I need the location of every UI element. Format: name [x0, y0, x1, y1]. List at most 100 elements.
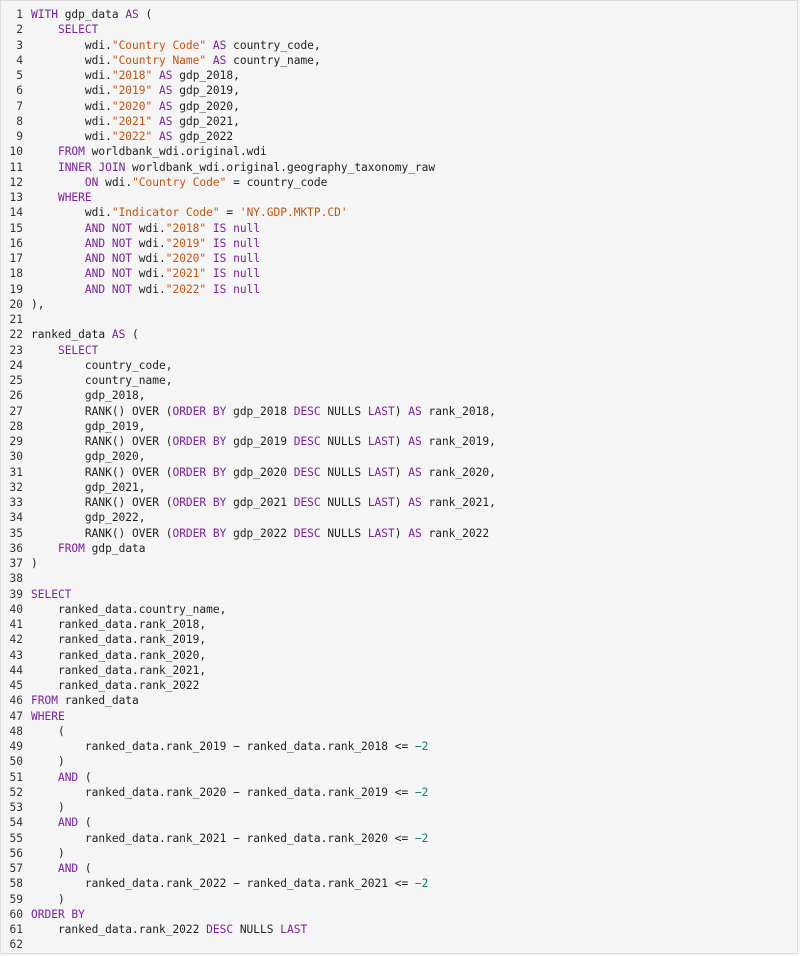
code-line[interactable]: 26 gdp_2018, — [1, 388, 797, 403]
code-line[interactable]: 35 RANK() OVER (ORDER BY gdp_2022 DESC N… — [1, 526, 797, 541]
code-line[interactable]: 23 SELECT — [1, 343, 797, 358]
code-text: wdi."2021" AS gdp_2021, — [31, 115, 240, 128]
sql-code-editor[interactable]: 1 WITH gdp_data AS (2 SELECT 3 wdi."Countr… — [0, 0, 798, 954]
code-line[interactable]: 27 RANK() OVER (ORDER BY gdp_2018 DESC N… — [1, 404, 797, 419]
code-line[interactable]: 50 ) — [1, 754, 797, 769]
code-line[interactable]: 32 gdp_2021, — [1, 480, 797, 495]
sql-token: NULLS — [320, 526, 368, 540]
sql-token: wdi. — [132, 282, 166, 296]
code-line[interactable]: 21 — [1, 312, 797, 327]
code-line[interactable]: 60 ORDER BY — [1, 907, 797, 922]
code-text: ranked_data.rank_2022 — [31, 679, 199, 692]
line-number: 34 — [9, 511, 23, 525]
code-line[interactable]: 44 ranked_data.rank_2021, — [1, 663, 797, 678]
code-line[interactable]: 43 ranked_data.rank_2020, — [1, 648, 797, 663]
code-line[interactable]: 31 RANK() OVER (ORDER BY gdp_2020 DESC N… — [1, 465, 797, 480]
code-line[interactable]: 53 ) — [1, 800, 797, 815]
code-text: wdi."2019" AS gdp_2019, — [31, 84, 240, 97]
code-line[interactable]: 59 ) — [1, 892, 797, 907]
code-line[interactable]: 34 gdp_2022, — [1, 510, 797, 525]
code-line[interactable]: 56 ) — [1, 846, 797, 861]
code-line[interactable]: 28 gdp_2019, — [1, 419, 797, 434]
code-line[interactable]: 51 AND ( — [1, 770, 797, 785]
code-line[interactable]: 37) — [1, 556, 797, 571]
code-line[interactable]: 61 ranked_data.rank_2022 DESC NULLS LAST — [1, 922, 797, 937]
sql-token: ) — [394, 465, 409, 479]
code-line[interactable]: 45 ranked_data.rank_2022 — [1, 678, 797, 693]
code-line[interactable]: 8 wdi."2021" AS gdp_2021, — [1, 114, 797, 129]
code-text: country_code, — [31, 358, 173, 372]
code-line[interactable]: 24 country_code, — [1, 358, 797, 373]
code-line[interactable]: 2 SELECT — [1, 22, 797, 37]
sql-token: ( — [78, 816, 92, 830]
code-line[interactable]: 5 wdi."2018" AS gdp_2018, — [1, 68, 797, 83]
code-line[interactable]: 54 AND ( — [1, 815, 797, 830]
code-line[interactable]: 16 AND NOT wdi."2019" IS null — [1, 236, 797, 251]
sql-token: ) — [31, 755, 65, 769]
code-text: INNER JOIN worldbank_wdi.original.geogra… — [31, 161, 435, 174]
sql-token: NULLS — [320, 435, 368, 449]
code-text: AND NOT wdi."2022" IS null — [31, 283, 260, 296]
code-line[interactable]: 10 FROM worldbank_wdi.original.wdi — [1, 144, 797, 159]
code-line[interactable]: 55 ranked_data.rank_2021 − ranked_data.r… — [1, 831, 797, 846]
code-line[interactable]: 30 gdp_2020, — [1, 449, 797, 464]
code-line[interactable]: 19 AND NOT wdi."2022" IS null — [1, 282, 797, 297]
code-line[interactable]: 52 ranked_data.rank_2020 − ranked_data.r… — [1, 785, 797, 800]
line-number: 46 — [9, 694, 23, 708]
code-line[interactable]: 15 AND NOT wdi."2018" IS null — [1, 221, 797, 236]
code-line[interactable]: 1 WITH gdp_data AS ( — [1, 7, 797, 22]
code-line[interactable]: 36 FROM gdp_data — [1, 541, 797, 556]
code-line[interactable]: 6 wdi."2019" AS gdp_2019, — [1, 83, 797, 98]
code-line[interactable]: 62 — [1, 937, 797, 952]
code-line[interactable]: 49 ranked_data.rank_2019 − ranked_data.r… — [1, 739, 797, 754]
code-line[interactable]: 14 wdi."Indicator Code" = 'NY.GDP.MKTP.C… — [1, 205, 797, 220]
sql-string: "2018" — [165, 221, 207, 235]
code-line[interactable]: 57 AND ( — [1, 861, 797, 876]
sql-keyword: ORDER BY — [172, 526, 227, 540]
code-line[interactable]: 58 ranked_data.rank_2022 − ranked_data.r… — [1, 876, 797, 891]
code-line[interactable]: 48 ( — [1, 724, 797, 739]
code-line[interactable]: 42 ranked_data.rank_2019, — [1, 632, 797, 647]
sql-keyword: null — [233, 221, 261, 235]
code-text: wdi."Indicator Code" = 'NY.GDP.MKTP.CD' — [31, 206, 348, 219]
sql-token: ranked_data.rank_2022 − ranked_data.rank… — [31, 877, 415, 891]
code-line[interactable]: 18 AND NOT wdi."2021" IS null — [1, 266, 797, 281]
code-line[interactable]: 7 wdi."2020" AS gdp_2020, — [1, 99, 797, 114]
code-line[interactable]: 22 ranked_data AS ( — [1, 327, 797, 342]
line-number: 59 — [9, 892, 23, 906]
code-line[interactable]: 12 ON wdi."Country Code" = country_code — [1, 175, 797, 190]
sql-number: −2 — [414, 740, 429, 754]
code-line[interactable]: 29 RANK() OVER (ORDER BY gdp_2019 DESC N… — [1, 434, 797, 449]
code-line[interactable]: 47 WHERE — [1, 709, 797, 724]
code-line[interactable]: 9 wdi."2022" AS gdp_2022 — [1, 129, 797, 144]
code-line[interactable]: 46 FROM ranked_data — [1, 693, 797, 708]
sql-token: country_code, — [31, 358, 173, 372]
code-line[interactable]: 4 wdi."Country Name" AS country_name, — [1, 53, 797, 68]
code-text: FROM worldbank_wdi.original.wdi — [31, 145, 267, 158]
code-text: AND NOT wdi."2020" IS null — [31, 252, 260, 265]
code-line[interactable]: 38 — [1, 571, 797, 586]
code-text: SELECT — [31, 344, 98, 357]
code-line[interactable]: 33 RANK() OVER (ORDER BY gdp_2021 DESC N… — [1, 495, 797, 510]
line-number: 54 — [9, 816, 23, 830]
line-number: 38 — [9, 572, 23, 586]
code-line[interactable]: 40 ranked_data.country_name, — [1, 602, 797, 617]
code-line[interactable]: 41 ranked_data.rank_2018, — [1, 617, 797, 632]
code-line[interactable]: 25 country_name, — [1, 373, 797, 388]
sql-token: ranked_data — [57, 694, 139, 708]
code-line[interactable]: 11 INNER JOIN worldbank_wdi.original.geo… — [1, 160, 797, 175]
sql-keyword: IS — [212, 221, 227, 235]
code-line[interactable]: 13 WHERE — [1, 190, 797, 205]
code-line[interactable]: 39 SELECT — [1, 587, 797, 602]
code-line[interactable]: 17 AND NOT wdi."2020" IS null — [1, 251, 797, 266]
sql-keyword: null — [233, 252, 261, 266]
sql-token: ranked_data.rank_2020, — [31, 648, 207, 662]
code-line[interactable]: 3 wdi."Country Code" AS country_code, — [1, 38, 797, 53]
sql-string: "2019" — [165, 236, 207, 250]
code-line[interactable]: 20), — [1, 297, 797, 312]
line-number: 35 — [9, 526, 23, 540]
